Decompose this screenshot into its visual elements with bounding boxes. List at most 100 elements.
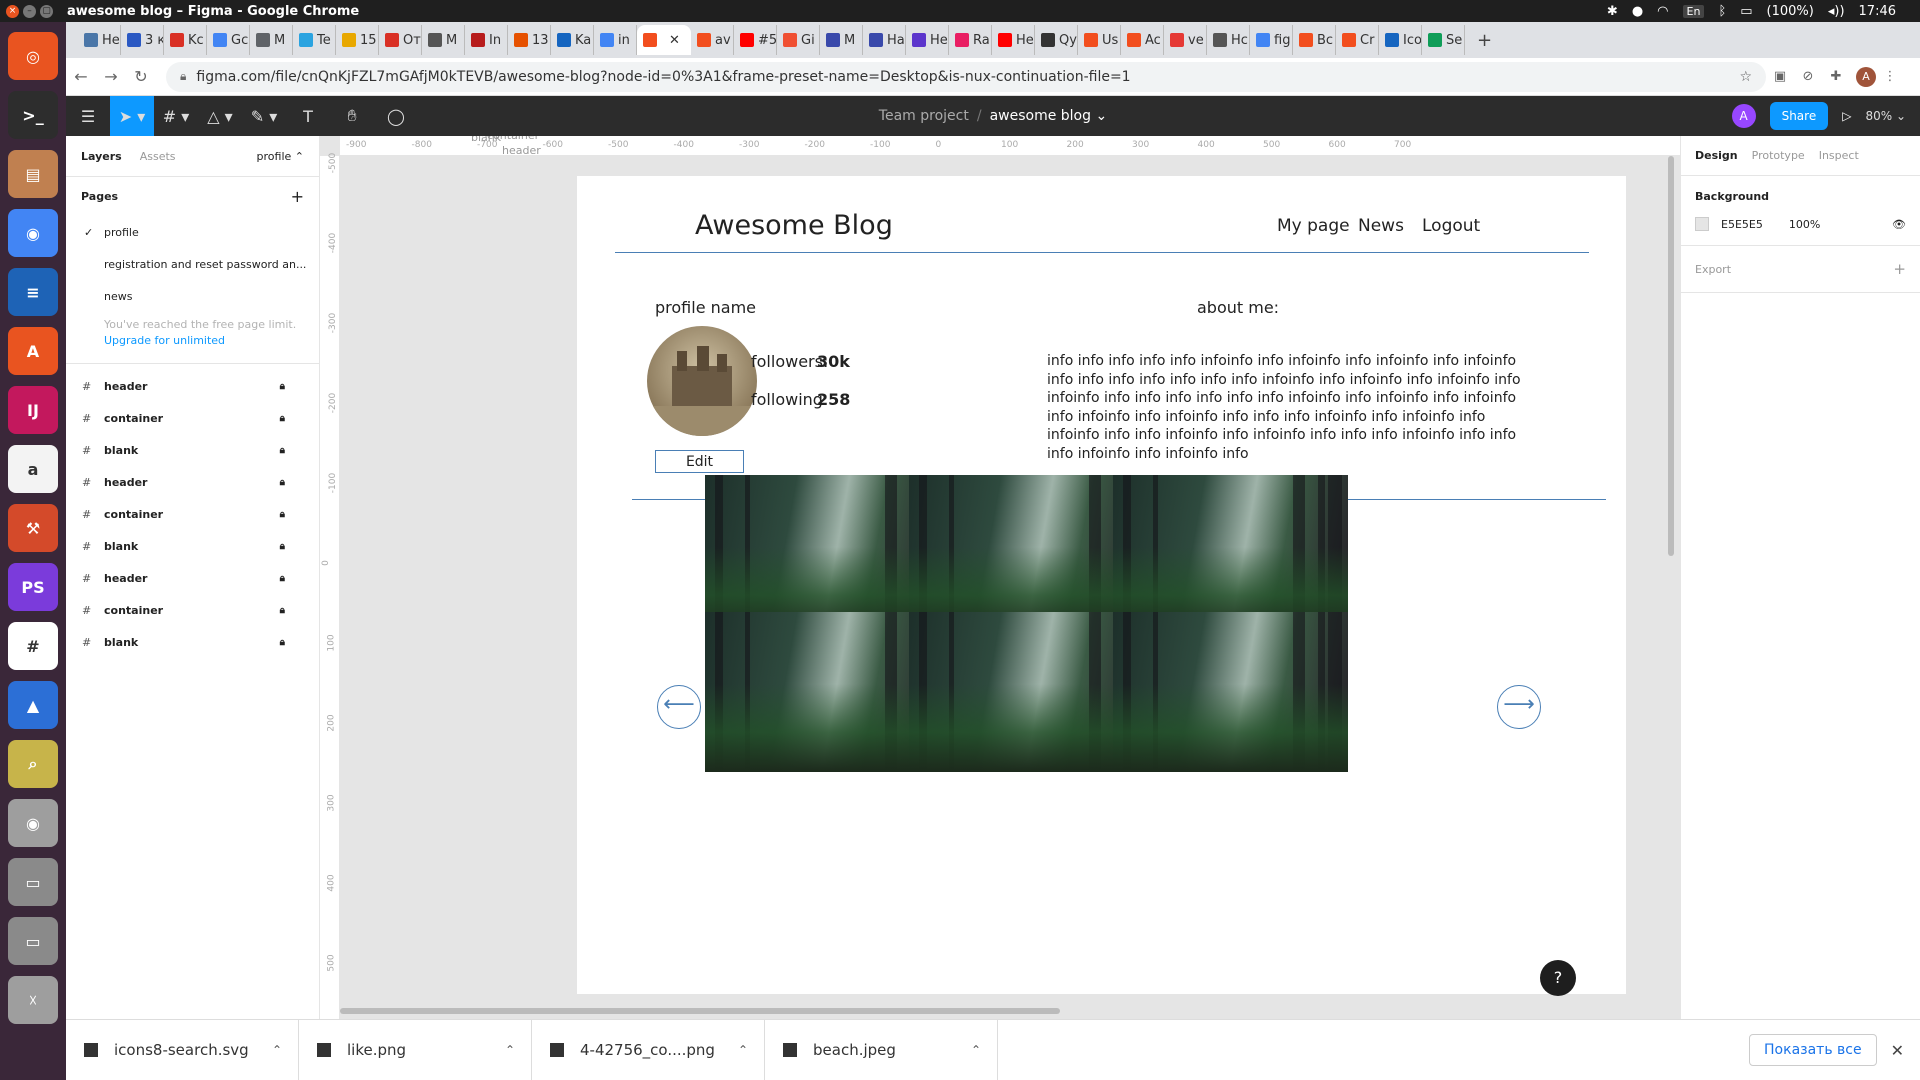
nav-my-page[interactable]: My page (1277, 216, 1350, 236)
zoom-dropdown[interactable]: 80% ⌄ (1865, 109, 1906, 123)
browser-tab[interactable]: Hа (863, 25, 906, 55)
dock-app-app[interactable]: ▲ (8, 681, 58, 729)
browser-tab[interactable]: Ka (551, 25, 594, 55)
file-name-dropdown[interactable]: awesome blog ⌄ (990, 108, 1108, 124)
lock-icon[interactable]: 🔒︎ (280, 509, 285, 520)
gallery-photo[interactable] (1113, 612, 1348, 772)
lock-icon[interactable]: 🔒︎ (280, 605, 285, 616)
edit-profile-button[interactable]: Edit (655, 450, 744, 473)
nav-logout[interactable]: Logout (1422, 216, 1480, 236)
browser-tab[interactable]: Se (1422, 25, 1465, 55)
upgrade-link[interactable]: Upgrade for unlimited (66, 334, 319, 347)
browser-tab[interactable]: #5 (734, 25, 777, 55)
browser-tab[interactable]: In (465, 25, 508, 55)
browser-tab[interactable]: in (594, 25, 637, 55)
browser-tab[interactable]: Hе (78, 25, 121, 55)
move-tool-icon[interactable]: ➤ ▾ (110, 96, 154, 136)
layer-item[interactable]: # blank 🔒︎ (66, 530, 319, 562)
layer-item[interactable]: # container 🔒︎ (66, 402, 319, 434)
layer-item[interactable]: # header 🔒︎ (66, 370, 319, 402)
add-page-icon[interactable]: + (291, 187, 304, 206)
address-bar[interactable]: 🔒︎ figma.com/file/cnQnKjFZL7mGAfjM0kTEVB… (166, 61, 1766, 92)
dock-app-drive-2[interactable]: ▭ (8, 917, 58, 965)
vertical-scrollbar[interactable] (1668, 156, 1674, 556)
close-tab-icon[interactable]: ✕ (669, 33, 680, 48)
dock-app-intellij[interactable]: IJ (8, 386, 58, 434)
forward-arrow-icon[interactable]: → (96, 67, 126, 86)
download-item[interactable]: like.png ⌃ (299, 1019, 532, 1080)
layer-item[interactable]: # blank 🔒︎ (66, 434, 319, 466)
user-avatar[interactable]: A (1731, 104, 1756, 128)
chevron-up-icon[interactable]: ⌃ (738, 1043, 748, 1057)
gallery-photo[interactable] (705, 475, 940, 635)
browser-tab[interactable]: fig (1250, 25, 1293, 55)
browser-menu-icon[interactable]: ⋮ (1876, 69, 1904, 84)
background-hex[interactable]: E5E5E5 (1721, 218, 1763, 231)
help-button[interactable]: ? (1540, 960, 1576, 996)
browser-tab[interactable]: Ra (949, 25, 992, 55)
slack-tray-icon[interactable]: ✱ (1607, 4, 1618, 19)
gallery-photo[interactable] (909, 475, 1144, 635)
volume-icon[interactable]: ◂)) (1828, 4, 1845, 19)
browser-tab[interactable]: Hс (1207, 25, 1250, 55)
present-play-icon[interactable]: ▷ (1842, 109, 1851, 123)
dock-app-tools[interactable]: ⚒ (8, 504, 58, 552)
tab-assets[interactable]: Assets (140, 150, 176, 163)
clock[interactable]: 17:46 (1859, 4, 1896, 19)
reload-icon[interactable]: ↻ (126, 67, 156, 86)
dock-app-phpstorm[interactable]: PS (8, 563, 58, 611)
text-tool-icon[interactable]: T (286, 96, 330, 136)
tab-prototype[interactable]: Prototype (1752, 149, 1805, 162)
browser-tab[interactable]: Gс (207, 25, 250, 55)
browser-tab[interactable]: Ac (1121, 25, 1164, 55)
browser-tab[interactable]: Bс (1293, 25, 1336, 55)
dock-app-slack[interactable]: # (8, 622, 58, 670)
layer-item[interactable]: # header 🔒︎ (66, 466, 319, 498)
dock-app-writer[interactable]: ≡ (8, 268, 58, 316)
page-selector[interactable]: profile ⌃ (257, 150, 304, 163)
page-item[interactable]: ✓ profile (66, 216, 319, 248)
browser-tab[interactable]: M (250, 25, 293, 55)
dock-app-amazon[interactable]: a (8, 445, 58, 493)
dock-app-ubuntu[interactable]: ◎ (8, 32, 58, 80)
layer-item[interactable]: # header 🔒︎ (66, 562, 319, 594)
window-maximize-button[interactable]: ▢ (40, 4, 53, 18)
window-close-button[interactable]: × (6, 4, 19, 18)
dock-app-terminal[interactable]: >_ (8, 91, 58, 139)
browser-profile-avatar[interactable]: A (1856, 66, 1876, 87)
dock-app-camera[interactable]: ◉ (8, 799, 58, 847)
browser-tab[interactable]: Us (1078, 25, 1121, 55)
dock-app-software[interactable]: A (8, 327, 58, 375)
layer-item[interactable]: # container 🔒︎ (66, 594, 319, 626)
tab-layers[interactable]: Layers (81, 150, 122, 163)
layer-item[interactable]: # container 🔒︎ (66, 498, 319, 530)
lock-icon[interactable]: 🔒︎ (280, 637, 285, 648)
chevron-up-icon[interactable]: ⌃ (272, 1043, 282, 1057)
canvas[interactable]: -900 -800 -700 -600 -500 -400 -300 -200 -100 0 100… (320, 136, 1680, 1019)
tab-inspect[interactable]: Inspect (1819, 149, 1859, 162)
gallery-photo[interactable] (705, 612, 940, 772)
browser-tab[interactable]: 3 к (121, 25, 164, 55)
browser-tab[interactable]: Kc (164, 25, 207, 55)
background-swatch[interactable] (1695, 217, 1709, 231)
browser-tab[interactable]: Hе (906, 25, 949, 55)
page-item[interactable]: registration and reset password an... (66, 248, 319, 280)
lock-icon[interactable]: 🔒︎ (280, 573, 285, 584)
browser-tab[interactable]: ✕ (637, 25, 691, 55)
lock-icon[interactable]: 🔒︎ (280, 413, 285, 424)
browser-tab[interactable]: Ico (1379, 25, 1422, 55)
dock-app-trash[interactable]: ☓ (8, 976, 58, 1024)
nav-news[interactable]: News (1358, 216, 1404, 236)
lock-icon[interactable]: 🔒︎ (280, 445, 285, 456)
pen-tool-icon[interactable]: ✎ ▾ (242, 96, 286, 136)
close-download-shelf-icon[interactable]: ✕ (1891, 1041, 1904, 1060)
show-all-downloads-button[interactable]: Показать все (1749, 1034, 1877, 1066)
background-opacity[interactable]: 100% (1789, 218, 1820, 231)
page-item[interactable]: news (66, 280, 319, 312)
bluetooth-icon[interactable]: ᛒ (1718, 4, 1726, 19)
new-tab-button[interactable]: + (1477, 30, 1492, 51)
download-item[interactable]: 4-42756_co....png ⌃ (532, 1019, 765, 1080)
language-indicator[interactable]: En (1682, 4, 1705, 18)
shape-tool-icon[interactable]: △ ▾ (198, 96, 242, 136)
browser-tab[interactable]: Oт (379, 25, 422, 55)
